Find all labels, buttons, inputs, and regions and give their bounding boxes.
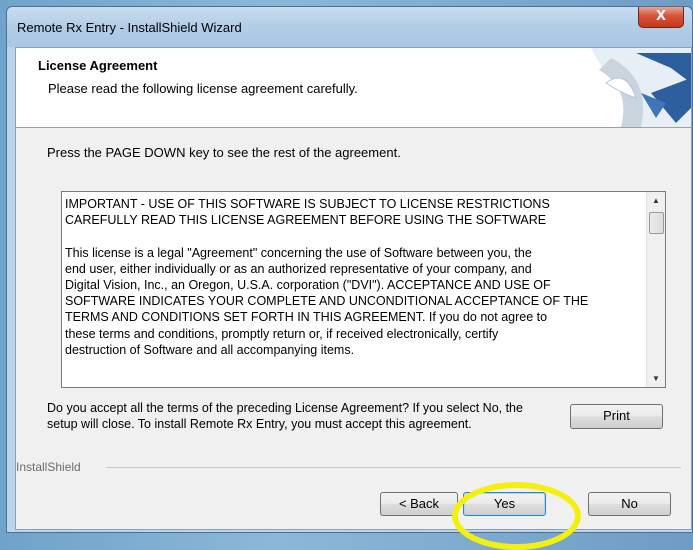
instruction-text: Press the PAGE DOWN key to see the rest … (47, 145, 401, 160)
scroll-up-arrow-icon[interactable]: ▲ (647, 192, 665, 209)
close-icon: X (655, 9, 667, 24)
scroll-thumb[interactable] (649, 212, 664, 234)
installshield-logo-icon (591, 48, 691, 127)
print-button[interactable]: Print (570, 404, 663, 429)
scroll-down-arrow-icon[interactable]: ▼ (647, 370, 665, 387)
license-textbox[interactable]: IMPORTANT - USE OF THIS SOFTWARE IS SUBJ… (61, 191, 666, 388)
wizard-header: License Agreement Please read the follow… (16, 48, 691, 128)
license-scrollbar[interactable]: ▲ ▼ (646, 192, 665, 387)
yes-highlight-circle (452, 482, 581, 550)
no-button[interactable]: No (588, 492, 671, 516)
window-title: Remote Rx Entry - InstallShield Wizard (17, 20, 242, 35)
accept-question: Do you accept all the terms of the prece… (47, 401, 523, 431)
page-subtitle: Please read the following license agreem… (48, 81, 358, 96)
page-title: License Agreement (38, 58, 158, 73)
license-text: IMPORTANT - USE OF THIS SOFTWARE IS SUBJ… (65, 197, 589, 357)
back-button[interactable]: < Back (380, 492, 458, 516)
close-button[interactable]: X (638, 7, 684, 28)
wizard-panel: License Agreement Please read the follow… (15, 47, 692, 550)
installshield-label: InstallShield (16, 460, 85, 474)
title-bar[interactable]: Remote Rx Entry - InstallShield Wizard X (7, 7, 692, 47)
footer-divider (106, 467, 681, 468)
installer-window: Remote Rx Entry - InstallShield Wizard X… (6, 6, 693, 550)
